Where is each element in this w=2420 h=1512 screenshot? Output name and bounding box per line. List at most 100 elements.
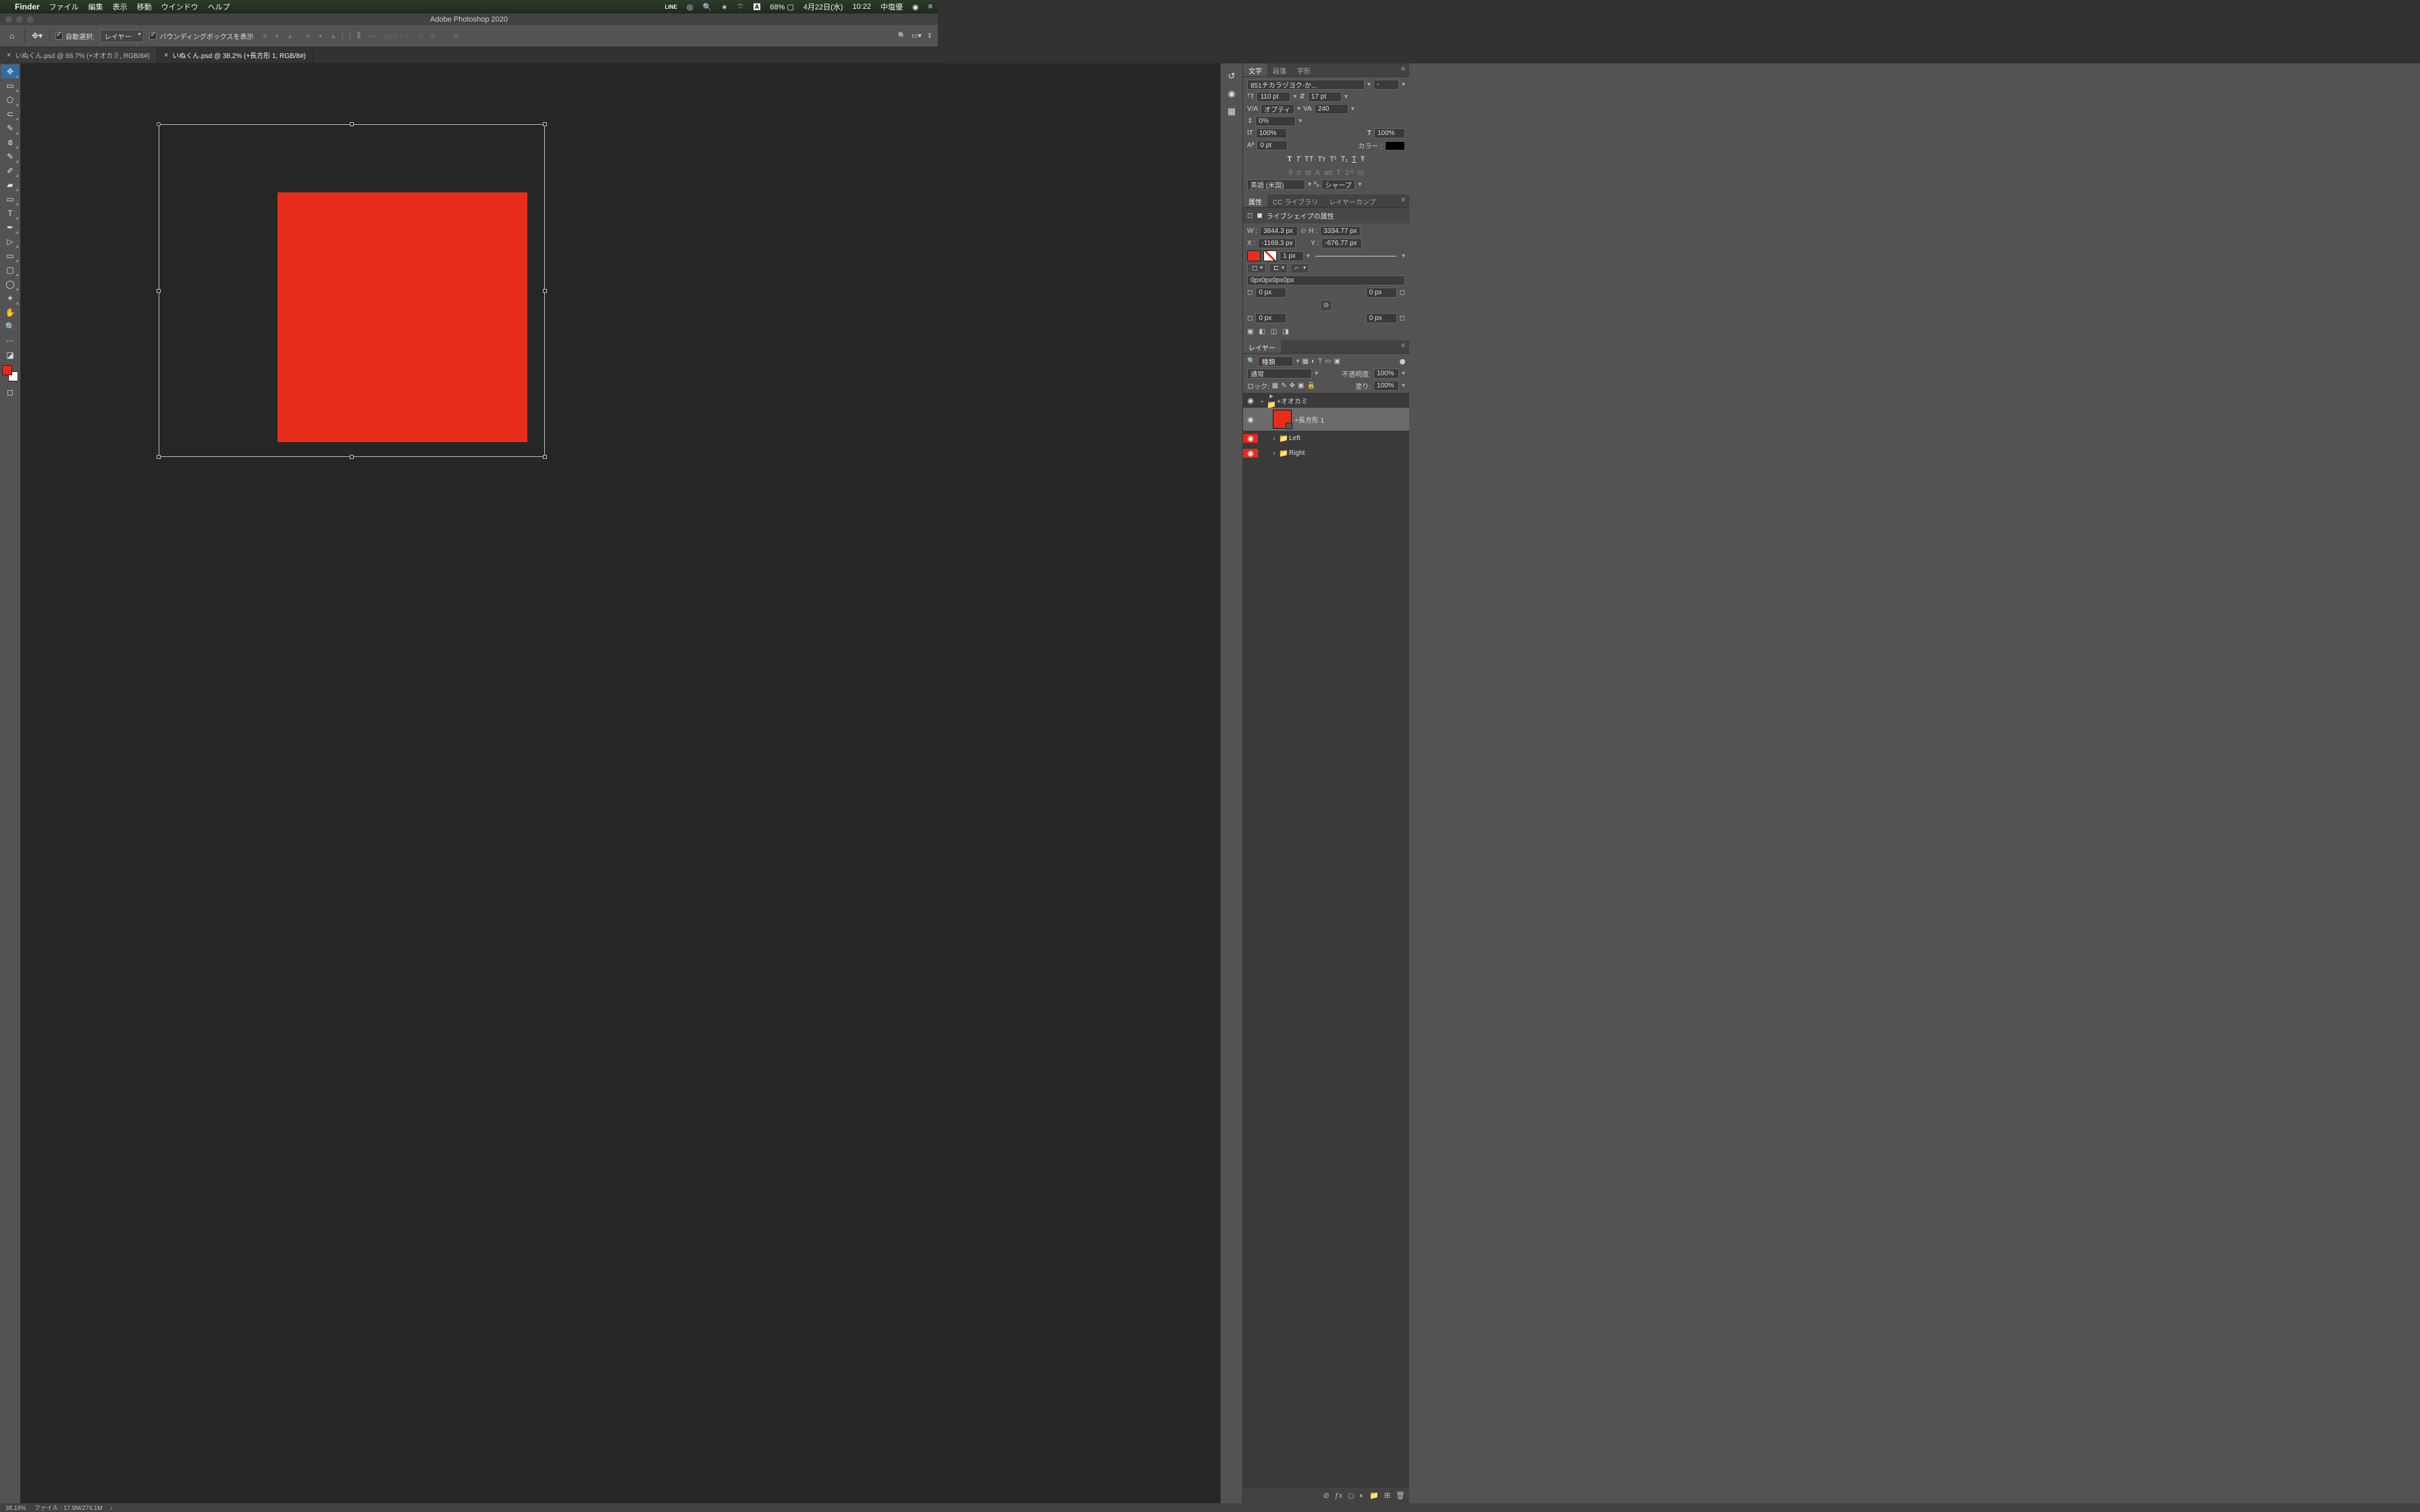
document-tab-2[interactable]: × いぬくん.psd @ 38.2% (+長方形 1, RGB/8#): [157, 47, 313, 63]
stroke-width-field[interactable]: [1280, 251, 1304, 261]
wifi-icon[interactable]: ⌔: [737, 2, 743, 11]
visibility-icon[interactable]: ◉: [1243, 449, 1258, 458]
bluetooth-icon[interactable]: ∗: [721, 3, 727, 11]
kerning-field[interactable]: [1261, 104, 1294, 114]
notification-center-icon[interactable]: ≡: [928, 3, 932, 11]
move-tool[interactable]: ✥: [1, 65, 19, 78]
layer-name[interactable]: Left: [1289, 435, 1300, 442]
hscale-field[interactable]: [1374, 128, 1405, 138]
corner-tl-field[interactable]: [1255, 288, 1286, 298]
window-close-icon[interactable]: [5, 16, 12, 23]
menu-edit[interactable]: 編集: [88, 1, 103, 12]
menu-view[interactable]: 表示: [113, 1, 128, 12]
battery-text[interactable]: 68% ▢: [770, 3, 793, 11]
auto-select-type-dropdown[interactable]: レイヤー: [100, 30, 144, 43]
color-reset-icon[interactable]: ◪: [1, 348, 19, 362]
menu-window[interactable]: ウインドウ: [161, 1, 199, 12]
stroke-join-dropdown[interactable]: ⌐: [1290, 263, 1309, 273]
panel-menu-icon[interactable]: ≡: [1397, 194, 1409, 207]
lasso-tool[interactable]: ⊂: [1, 107, 19, 121]
layer-name[interactable]: +オオカミ: [1277, 396, 1308, 406]
resize-handle[interactable]: [157, 122, 161, 126]
color-swatches[interactable]: [2, 365, 18, 381]
superscript-icon[interactable]: T¹: [1330, 155, 1336, 163]
font-size-field[interactable]: [1257, 92, 1290, 102]
vscale-field[interactable]: [1256, 128, 1287, 138]
x-field[interactable]: [1258, 238, 1296, 248]
ot-st-icon[interactable]: st: [1305, 169, 1311, 177]
fill-color-swatch[interactable]: [1247, 250, 1261, 261]
pathop-subtract-icon[interactable]: ◧: [1259, 328, 1265, 335]
spotlight-icon[interactable]: 🔍: [703, 3, 712, 11]
fill-field[interactable]: [1373, 381, 1399, 391]
ot-titling-icon[interactable]: ad: [1324, 169, 1332, 177]
filter-type-icon[interactable]: T: [1318, 358, 1322, 365]
move-tool-icon[interactable]: ✥▾: [30, 29, 44, 43]
custom-shape-tool[interactable]: ✶: [1, 292, 19, 305]
edit-toolbar-icon[interactable]: ⋯: [1, 334, 19, 348]
layer-shape-row[interactable]: ◉ +長方形 1: [1243, 408, 1409, 431]
y-field[interactable]: [1321, 238, 1362, 248]
resize-handle[interactable]: [157, 455, 161, 459]
align-left-icon[interactable]: ⫞: [259, 30, 269, 41]
quickmask-icon[interactable]: ◻: [1, 385, 19, 399]
shape-rectangle[interactable]: [278, 192, 527, 442]
cc-icon[interactable]: ◎: [687, 3, 693, 11]
corner-tr-field[interactable]: [1366, 288, 1397, 298]
menu-app-name[interactable]: Finder: [15, 2, 40, 11]
siri-icon[interactable]: ◉: [912, 3, 919, 11]
foreground-color-swatch[interactable]: [2, 365, 12, 375]
link-layers-icon[interactable]: ⊘: [1323, 1491, 1329, 1500]
resize-handle[interactable]: [350, 122, 354, 126]
new-layer-icon[interactable]: ⊞: [1384, 1491, 1390, 1500]
add-mask-icon[interactable]: ◻: [1348, 1491, 1354, 1500]
ellipse-tool[interactable]: ◯: [1, 277, 19, 291]
underline-icon[interactable]: T: [1352, 155, 1357, 163]
pathop-intersect-icon[interactable]: ◫: [1271, 328, 1277, 335]
stroke-none-icon[interactable]: [1263, 250, 1277, 261]
search-icon[interactable]: 🔍: [898, 32, 906, 40]
ot-sigma-icon[interactable]: σ: [1296, 169, 1301, 177]
align-right-icon[interactable]: ⫠: [284, 30, 295, 41]
stroke-caps-dropdown[interactable]: ⊏: [1269, 263, 1288, 273]
layer-group-row[interactable]: ◉ › 📁 Right: [1243, 446, 1409, 460]
lock-pixels-icon[interactable]: ▩: [1272, 382, 1278, 389]
resize-handle[interactable]: [543, 455, 547, 459]
menubar-user[interactable]: 中塩優: [880, 1, 903, 12]
link-corners-icon[interactable]: ⊘: [1320, 300, 1332, 311]
statusitem-line[interactable]: LINE: [665, 4, 677, 10]
delete-layer-icon[interactable]: 🗑: [1396, 1491, 1405, 1500]
layer-group-row[interactable]: ◉ › 📁 Left: [1243, 431, 1409, 446]
tab-properties[interactable]: 属性: [1243, 194, 1267, 207]
corner-br-field[interactable]: [1366, 313, 1397, 323]
rectangle-shape-tool[interactable]: ▭: [1, 249, 19, 263]
menu-help[interactable]: ヘルプ: [208, 1, 230, 12]
color-icon[interactable]: ▦: [1226, 105, 1238, 117]
adjustment-layer-icon[interactable]: ◐: [1359, 1492, 1364, 1500]
align-hcenter-icon[interactable]: ⫟: [271, 30, 282, 41]
show-bounding-box-checkbox[interactable]: バウンディングボックスを表示: [149, 31, 253, 41]
filter-toggle-icon[interactable]: [1400, 359, 1405, 364]
pathop-exclude-icon[interactable]: ◨: [1282, 328, 1288, 335]
crop-tool[interactable]: ⟃: [1, 136, 19, 149]
brush-tool[interactable]: ✐: [1, 164, 19, 178]
filter-pixel-icon[interactable]: ▦: [1302, 358, 1308, 365]
allcaps-icon[interactable]: TT: [1305, 155, 1313, 163]
share-icon[interactable]: ⇪: [927, 32, 932, 40]
layer-group-row[interactable]: ◉ ⌄ ▸📁 +オオカミ: [1243, 393, 1409, 408]
corner-summary-field[interactable]: [1247, 275, 1405, 286]
tab-layer-comps[interactable]: レイヤーカンプ: [1323, 194, 1381, 207]
close-icon[interactable]: ×: [7, 51, 11, 59]
ot-ordinals-icon[interactable]: T: [1336, 169, 1341, 177]
resize-handle[interactable]: [543, 289, 547, 293]
menubar-time[interactable]: 10:22: [852, 3, 871, 11]
window-minimize-icon[interactable]: [16, 16, 23, 23]
menu-file[interactable]: ファイル: [49, 1, 79, 12]
close-icon[interactable]: ×: [164, 51, 168, 59]
strikethrough-icon[interactable]: Ŧ: [1361, 155, 1365, 163]
bounding-box[interactable]: [159, 124, 545, 457]
ot-fraction-icon[interactable]: ½: [1357, 169, 1363, 177]
tab-layers[interactable]: レイヤー: [1243, 340, 1281, 353]
leading-field[interactable]: [1308, 92, 1342, 102]
zoom-level[interactable]: 38.19%: [5, 1505, 26, 1511]
